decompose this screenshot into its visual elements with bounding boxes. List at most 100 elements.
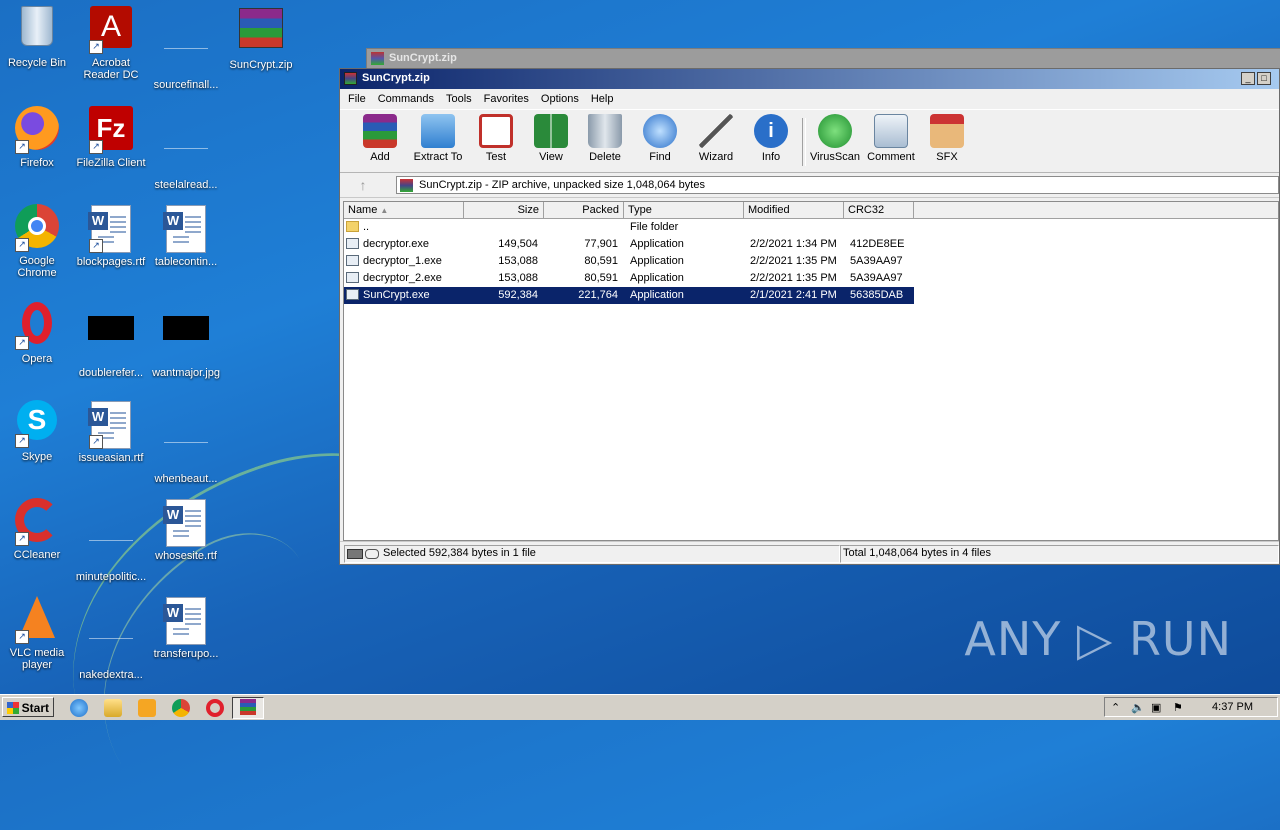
show-hidden-icons-icon[interactable]: ⌃ xyxy=(1111,701,1120,714)
blank-file-icon xyxy=(87,618,135,666)
desktop-icon-steelalread[interactable]: steelalread... xyxy=(149,106,223,191)
virusscan-button[interactable]: VirusScan xyxy=(806,114,864,163)
network-icon[interactable]: ▣ xyxy=(1151,701,1161,714)
column-header-crc32[interactable]: CRC32 xyxy=(844,202,914,218)
desktop-icon-recycle-bin[interactable]: Recycle Bin xyxy=(0,6,74,69)
title-bar[interactable]: SunCrypt.zip _ □ xyxy=(340,69,1279,89)
desktop-icon-chrome[interactable]: ↗ Google Chrome xyxy=(0,204,74,279)
desktop-icon-acrobat[interactable]: A ↗ Acrobat Reader DC xyxy=(74,6,148,81)
desktop-icon-label: transferupo... xyxy=(153,648,219,660)
cell-type: Application xyxy=(630,289,684,301)
word-doc-icon: W xyxy=(162,597,210,645)
desktop-icon-blockpages[interactable]: W ↗ blockpages.rtf xyxy=(74,204,148,268)
desktop-icon-minutepolitic[interactable]: minutepolitic... xyxy=(74,498,148,583)
start-button[interactable]: Start xyxy=(2,697,54,717)
menu-favorites[interactable]: Favorites xyxy=(478,93,535,105)
minimize-button[interactable]: _ xyxy=(1241,72,1255,85)
address-field[interactable]: SunCrypt.zip - ZIP archive, unpacked siz… xyxy=(396,176,1279,194)
word-doc-icon: W xyxy=(162,499,210,547)
column-header-name[interactable]: Name ▲ xyxy=(344,202,464,218)
desktop-icon-opera[interactable]: ↗ Opera xyxy=(0,302,74,365)
desktop-icon-transferupo[interactable]: W transferupo... xyxy=(149,596,223,660)
key-icon xyxy=(365,549,379,559)
black-image-icon xyxy=(162,316,210,364)
info-icon: i xyxy=(754,114,788,148)
cell-type: Application xyxy=(630,238,684,250)
desktop-icon-issueasian[interactable]: W ↗ issueasian.rtf xyxy=(74,400,148,464)
table-row[interactable]: decryptor_2.exe 153,088 80,591 Application 2… xyxy=(344,270,1278,287)
desktop-icon-label: tablecontin... xyxy=(154,256,218,268)
desktop-icon-filezilla[interactable]: Fz ↗ FileZilla Client xyxy=(74,106,148,169)
view-button[interactable]: View xyxy=(522,114,580,163)
table-row[interactable]: decryptor.exe 149,504 77,901 Application 2/2… xyxy=(344,236,1278,253)
clock[interactable]: 4:37 PM xyxy=(1212,701,1253,713)
test-button[interactable]: Test xyxy=(467,114,525,163)
table-row[interactable]: SunCrypt.exe 592,384 221,764 Application 2/1… xyxy=(344,287,914,304)
extract-to-button[interactable]: Extract To xyxy=(409,114,467,163)
menu-commands[interactable]: Commands xyxy=(372,93,440,105)
menu-options[interactable]: Options xyxy=(535,93,585,105)
system-tray: ⌃ 🔈 ▣ ⚑ 4:37 PM xyxy=(1104,697,1278,717)
maximize-button[interactable]: □ xyxy=(1257,72,1271,85)
column-header-packed[interactable]: Packed xyxy=(544,202,624,218)
cell-modified: 2/2/2021 1:35 PM xyxy=(750,272,837,284)
menu-bar: File Commands Tools Favorites Options He… xyxy=(340,89,1279,109)
desktop-icon-nakedextra[interactable]: nakedextra... xyxy=(74,596,148,681)
info-button[interactable]: i Info xyxy=(742,114,800,163)
status-left-text: Selected 592,384 bytes in 1 file xyxy=(383,547,536,559)
sfx-button[interactable]: SFX xyxy=(918,114,976,163)
speaker-icon[interactable]: 🔈 xyxy=(1131,701,1145,714)
desktop-icon-label: Skype xyxy=(21,451,53,463)
trash-icon xyxy=(588,114,622,148)
menu-tools[interactable]: Tools xyxy=(440,93,478,105)
desktop-icon-wantmajor[interactable]: wantmajor.jpg xyxy=(149,302,223,379)
opera-icon: ↗ xyxy=(13,302,61,350)
toolbar-label: Info xyxy=(761,151,781,163)
desktop-icon-doublerefer[interactable]: doublerefer... xyxy=(74,302,148,379)
address-text: SunCrypt.zip - ZIP archive, unpacked siz… xyxy=(419,179,705,191)
taskbar: Start ⌃ 🔈 ▣ ⚑ 4:37 PM xyxy=(0,694,1280,720)
desktop-icon-suncrypt-zip[interactable]: SunCrypt.zip xyxy=(224,6,298,71)
column-header-type[interactable]: Type xyxy=(624,202,744,218)
desktop-icon-whosesite[interactable]: W whosesite.rtf xyxy=(149,498,223,562)
find-button[interactable]: Find xyxy=(631,114,689,163)
desktop-icon-label: whenbeaut... xyxy=(154,473,218,485)
up-arrow-icon[interactable]: ↑ xyxy=(348,176,378,194)
file-list[interactable]: Name ▲ Size Packed Type Modified CRC32 .… xyxy=(343,201,1279,541)
magic-wand-icon xyxy=(699,114,733,148)
word-doc-icon: W xyxy=(162,205,210,253)
desktop-icon-whenbeaut[interactable]: whenbeaut... xyxy=(149,400,223,485)
comment-button[interactable]: Comment xyxy=(862,114,920,163)
desktop-icon-ccleaner[interactable]: ↗ CCleaner xyxy=(0,498,74,561)
desktop-icon-sourcefinall[interactable]: sourcefinall... xyxy=(149,6,223,91)
internet-explorer-icon[interactable] xyxy=(70,699,88,717)
desktop-icon-tablecontin[interactable]: W tablecontin... xyxy=(149,204,223,268)
desktop-icon-label: Google Chrome xyxy=(17,255,57,279)
desktop-icon-label: Firefox xyxy=(20,157,54,169)
table-row[interactable]: .. File folder xyxy=(344,219,1278,236)
background-window[interactable]: SunCrypt.zip xyxy=(366,48,1280,70)
winrar-taskbar-button[interactable] xyxy=(232,697,264,719)
desktop-icon-firefox[interactable]: ↗ Firefox xyxy=(0,106,74,169)
folder-icon xyxy=(421,114,455,148)
table-row[interactable]: decryptor_1.exe 153,088 80,591 Application 2… xyxy=(344,253,1278,270)
menu-help[interactable]: Help xyxy=(585,93,620,105)
desktop-icon-label: Opera xyxy=(21,353,53,365)
list-header: Name ▲ Size Packed Type Modified CRC32 xyxy=(344,202,1278,219)
desktop-icon-vlc[interactable]: ↗ VLC media player xyxy=(0,596,74,671)
menu-file[interactable]: File xyxy=(342,93,372,105)
wizard-button[interactable]: Wizard xyxy=(687,114,745,163)
add-button[interactable]: Add xyxy=(351,114,409,163)
column-header-size[interactable]: Size xyxy=(464,202,544,218)
media-player-icon[interactable] xyxy=(138,699,156,717)
column-header-modified[interactable]: Modified xyxy=(744,202,844,218)
delete-button[interactable]: Delete xyxy=(576,114,634,163)
flag-icon[interactable]: ⚑ xyxy=(1173,701,1183,714)
desktop-icon-label: VLC media player xyxy=(9,647,65,671)
status-total: Total 1,048,064 bytes in 4 files xyxy=(840,545,1279,563)
chrome-taskbar-icon[interactable] xyxy=(172,699,190,717)
opera-taskbar-icon[interactable] xyxy=(206,699,224,717)
cell-size: 149,504 xyxy=(498,238,538,250)
file-explorer-icon[interactable] xyxy=(104,699,122,717)
desktop-icon-skype[interactable]: S ↗ Skype xyxy=(0,400,74,463)
